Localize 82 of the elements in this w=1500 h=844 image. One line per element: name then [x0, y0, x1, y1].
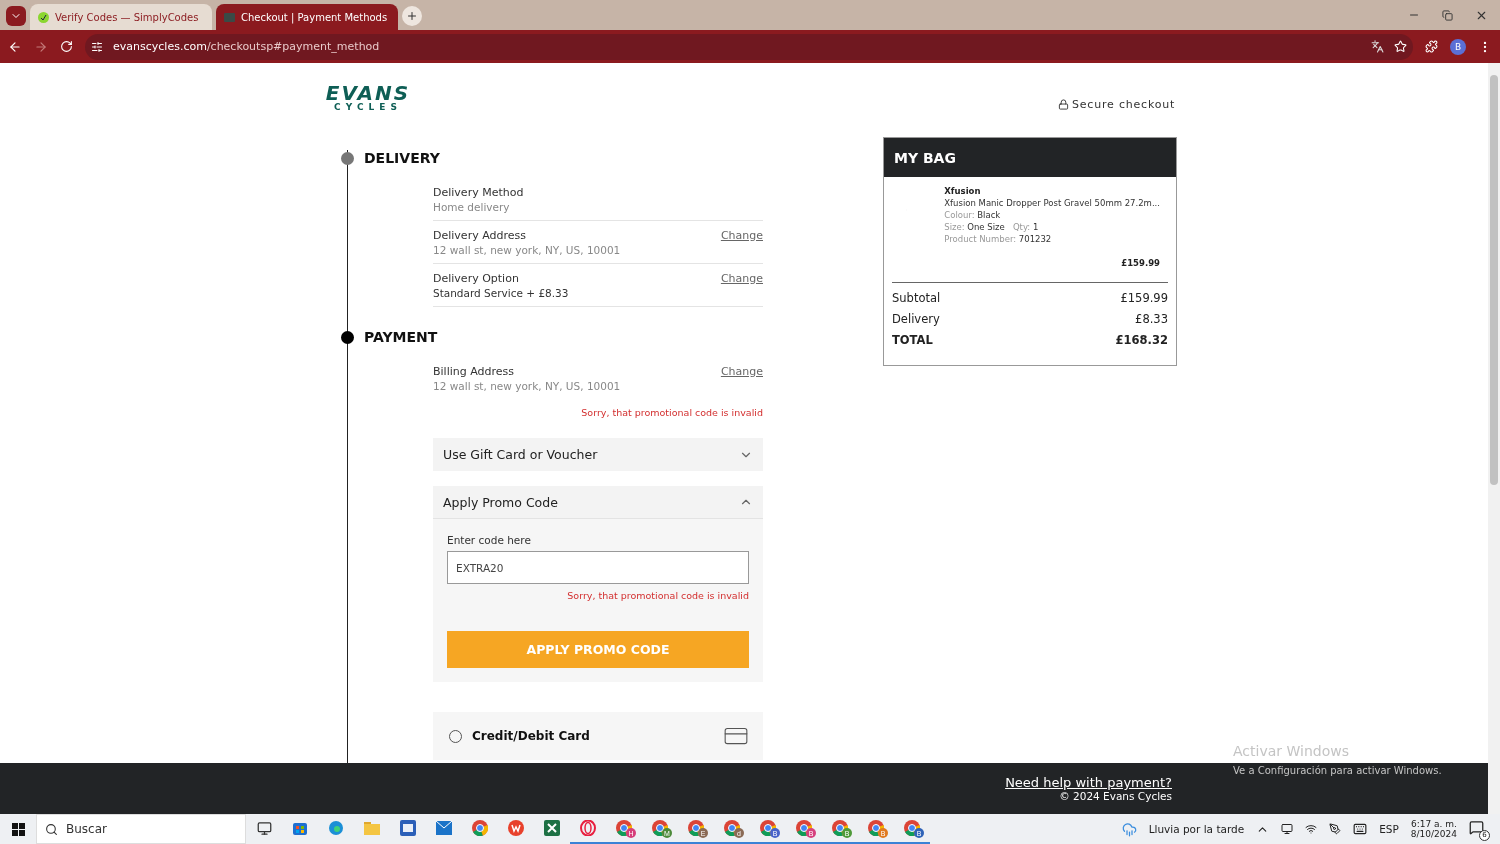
wps-icon — [508, 820, 524, 836]
product-brand: Xfusion — [944, 186, 982, 196]
chrome-icon — [652, 820, 668, 836]
star-icon[interactable] — [1394, 40, 1407, 53]
task-view-icon — [256, 820, 272, 836]
language-indicator[interactable]: ESP — [1379, 823, 1399, 835]
change-link[interactable]: Change — [720, 365, 763, 392]
product-number: Product Number: 701232 — [944, 234, 1053, 244]
edge-icon — [328, 820, 344, 836]
error-message: Sorry, that promotional code is invalid — [566, 590, 749, 601]
folder-icon — [364, 821, 380, 835]
row-label: Billing Address — [433, 365, 516, 378]
activation-text: Ve a Configuración para activar Windows. — [1233, 765, 1442, 776]
pen-icon[interactable] — [1329, 823, 1342, 835]
opera-icon — [580, 820, 596, 836]
product-price: £159.99 — [1121, 258, 1160, 268]
row-label: Delivery Method — [433, 186, 524, 199]
weather-icon[interactable] — [1121, 821, 1137, 837]
forward-icon[interactable] — [34, 39, 48, 54]
site-settings-icon[interactable] — [91, 40, 103, 53]
product-name: Xfusion Manic Dropper Post Gravel 50mm 27.2m... — [944, 198, 1160, 208]
keyboard-icon[interactable] — [1353, 822, 1368, 836]
step-title: DELIVERY — [364, 150, 440, 166]
total-label: TOTAL — [892, 333, 933, 347]
site-icon — [224, 12, 235, 22]
change-link[interactable]: Change — [720, 272, 763, 299]
restore-icon[interactable] — [1442, 9, 1453, 21]
tab-search-button[interactable] — [6, 6, 26, 26]
store-icon — [292, 820, 308, 836]
field-label: Enter code here — [447, 534, 532, 546]
taskbar-search[interactable]: Buscar — [36, 814, 246, 844]
activation-title: Activar Windows — [1233, 743, 1350, 759]
total-value: £168.32 — [1115, 333, 1168, 347]
total-value: £8.33 — [1135, 312, 1168, 326]
browser-tab[interactable]: Verify Codes — SimplyCodes — [30, 4, 212, 30]
row-value: Standard Service + £8.33 — [433, 287, 569, 299]
step-title: PAYMENT — [364, 329, 438, 345]
help-link[interactable]: Need help with payment? — [1005, 775, 1172, 790]
total-value: £159.99 — [1120, 291, 1168, 305]
promo-code-field[interactable]: EXTRA20 — [447, 551, 749, 584]
secure-checkout-text: Secure checkout — [1072, 98, 1176, 111]
back-icon[interactable] — [8, 39, 22, 54]
tab-title: Verify Codes — SimplyCodes — [55, 11, 199, 23]
weather-text[interactable]: Lluvia por la tarde — [1148, 823, 1245, 835]
url-text: evanscycles.com/checkoutsp#payment_method — [113, 40, 380, 53]
translate-icon[interactable] — [1371, 40, 1384, 53]
row-label: Delivery Address — [433, 229, 527, 242]
tab-title: Checkout | Payment Methods — [241, 11, 388, 23]
windows-icon — [11, 822, 25, 836]
plus-icon — [406, 10, 418, 22]
profile-avatar[interactable]: B — [1450, 38, 1466, 55]
excel-icon — [544, 820, 560, 836]
mail-icon — [436, 821, 452, 835]
product-colour: Colour: Black — [944, 210, 1002, 220]
extensions-icon[interactable] — [1425, 40, 1438, 53]
row-value: Home delivery — [433, 201, 511, 213]
total-label: Delivery — [892, 312, 940, 326]
logo[interactable]: EVANS CYCLES — [318, 84, 418, 112]
new-tab-button[interactable] — [402, 6, 422, 26]
change-link[interactable]: Change — [720, 229, 763, 256]
reload-icon[interactable] — [60, 40, 73, 53]
browser-tab[interactable]: Checkout | Payment Methods — [216, 4, 398, 30]
search-icon — [45, 822, 58, 836]
row-value: 12 wall st, new york, NY, US, 10001 — [433, 380, 621, 392]
network-icon[interactable] — [1305, 823, 1318, 835]
bag-title: MY BAG — [884, 138, 1176, 177]
error-message: Sorry, that promotional code is invalid — [580, 407, 763, 418]
message-icon — [1469, 819, 1484, 835]
copyright: © 2024 Evans Cycles — [1059, 790, 1172, 802]
scrollbar[interactable] — [1488, 63, 1500, 814]
method-label: Credit/Debit Card — [472, 729, 591, 743]
address-bar[interactable]: evanscycles.com/checkoutsp#payment_method — [85, 33, 1413, 60]
display-icon[interactable] — [1281, 823, 1294, 835]
lock-icon — [1058, 99, 1069, 110]
clock[interactable]: 6:17 a. m. 8/10/2024 — [1410, 819, 1457, 839]
row-label: Delivery Option — [433, 272, 520, 285]
row-value: 12 wall st, new york, NY, US, 10001 — [433, 244, 621, 256]
check-icon — [38, 11, 49, 23]
product-size-qty: Size: One Size Qty: 1 — [944, 222, 1040, 232]
total-label: Subtotal — [892, 291, 941, 305]
word-icon — [400, 820, 416, 836]
chrome-icon — [472, 820, 488, 836]
